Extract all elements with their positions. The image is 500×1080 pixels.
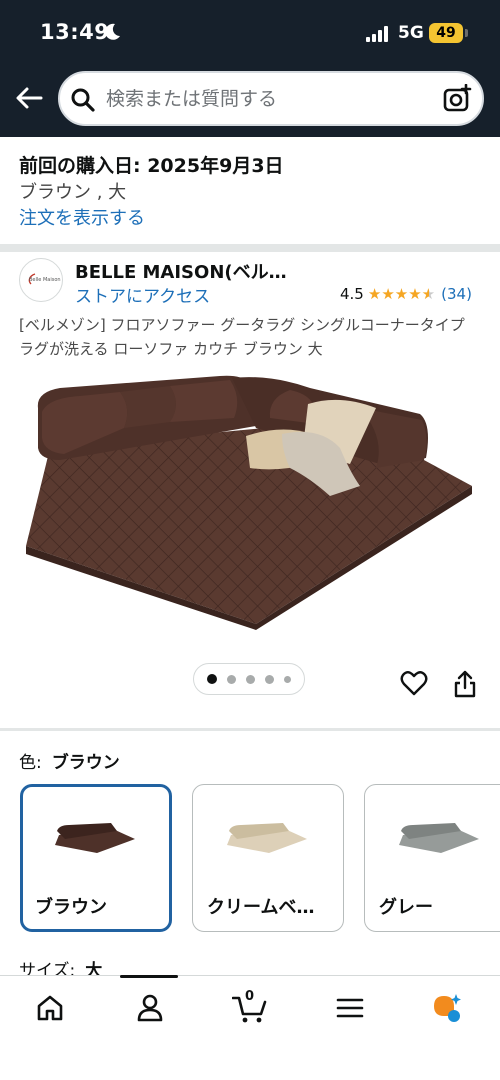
- color-option-thumbnail: [55, 823, 135, 853]
- do-not-disturb-icon: [105, 23, 120, 40]
- rating-value: 4.5: [340, 285, 364, 303]
- star-full-icon: ★: [367, 284, 382, 303]
- search-input[interactable]: [106, 81, 426, 117]
- cart-count: 0: [245, 989, 255, 1004]
- carousel-dot[interactable]: [246, 674, 255, 684]
- color-option-label: ブラウン: [35, 897, 107, 918]
- product-rating[interactable]: 4.5 ★ ★ ★ ★ ★ (34): [340, 284, 472, 304]
- carousel-dot[interactable]: [227, 674, 236, 684]
- carousel-dot[interactable]: [265, 674, 274, 684]
- color-selection-label: 色: ブラウン: [19, 748, 120, 773]
- star-half-icon: ★: [421, 284, 436, 303]
- account-icon[interactable]: [134, 992, 166, 1024]
- carousel-dot[interactable]: [284, 675, 291, 683]
- rufus-icon[interactable]: [430, 992, 462, 1024]
- color-option-thumbnail: [227, 823, 307, 853]
- color-option-brown[interactable]: ブラウン: [20, 784, 172, 932]
- image-carousel-indicator[interactable]: [193, 663, 305, 695]
- rating-stars: ★ ★ ★ ★ ★: [367, 284, 436, 303]
- brand-name[interactable]: BELLE MAISON(ベル…: [75, 258, 287, 284]
- color-option-cream-beige[interactable]: クリームベ…: [192, 784, 344, 932]
- color-option-label: クリームベ…: [207, 897, 315, 918]
- star-full-icon: ★: [381, 284, 395, 303]
- search-bar[interactable]: [58, 71, 484, 126]
- product-title: [ベルメゾン] フロアソファー グータラグ シングルコーナータイプ ラグが洗える…: [19, 316, 465, 358]
- home-icon[interactable]: [34, 992, 66, 1024]
- section-divider: [0, 244, 500, 252]
- star-full-icon: ★: [408, 284, 422, 303]
- brand-logo[interactable]: Belle Maison: [19, 258, 63, 302]
- battery-level: 49: [429, 23, 463, 43]
- brand-logo-text: Belle Maison: [29, 277, 61, 283]
- battery-tip: [465, 29, 468, 37]
- color-option-gray[interactable]: グレー: [364, 784, 500, 932]
- color-selected-value: ブラウン: [51, 753, 120, 773]
- active-tab-indicator: [120, 975, 178, 978]
- cart-button[interactable]: 0: [232, 989, 268, 1024]
- star-full-icon: ★: [394, 284, 409, 303]
- previous-order-info: 前回の購入日: 2025年9月3日 ブラウン , 大 注文を表示する: [19, 152, 479, 232]
- color-label: 色:: [19, 753, 42, 773]
- status-time: 13:49: [40, 20, 110, 44]
- menu-icon[interactable]: [334, 992, 366, 1024]
- previous-purchase-variant: ブラウン , 大: [19, 182, 127, 203]
- section-divider: [0, 728, 500, 731]
- bottom-navigation: 0: [0, 975, 500, 1080]
- camera-search-icon[interactable]: [442, 84, 472, 114]
- signal-icon: [366, 26, 388, 42]
- previous-purchase-date: 前回の購入日: 2025年9月3日: [19, 155, 284, 177]
- review-count[interactable]: (34): [441, 285, 472, 303]
- back-arrow-icon[interactable]: [15, 86, 43, 110]
- carousel-dot-active[interactable]: [207, 674, 217, 684]
- color-option-label: グレー: [379, 897, 433, 918]
- visit-store-link[interactable]: ストアにアクセス: [75, 282, 210, 307]
- share-icon[interactable]: [453, 670, 477, 698]
- view-order-link[interactable]: 注文を表示する: [19, 206, 479, 232]
- search-icon: [71, 88, 95, 112]
- heart-icon[interactable]: [400, 670, 428, 698]
- status-bar: 13:49 5G 49: [0, 0, 500, 62]
- product-image[interactable]: [20, 368, 480, 630]
- app-header: 13:49 5G 49: [0, 0, 500, 137]
- network-type: 5G: [398, 23, 424, 43]
- color-option-thumbnail: [399, 823, 479, 853]
